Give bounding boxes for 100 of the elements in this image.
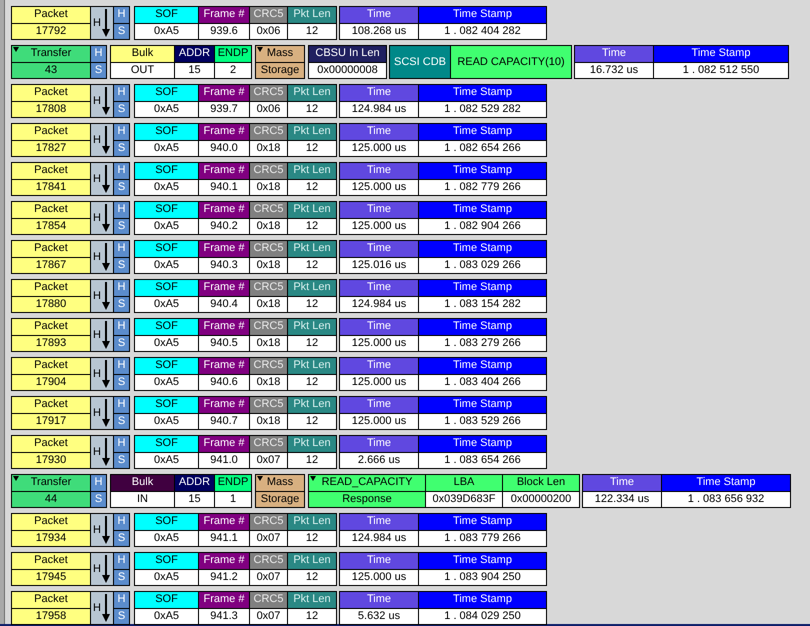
packet-number[interactable]: 17945	[12, 570, 90, 585]
packet-header: Packet	[12, 358, 90, 374]
field-value: 12	[288, 336, 336, 351]
field-header: Pkt Len	[288, 397, 336, 412]
timestamp-value: 1 . 084 029 250	[419, 608, 546, 624]
field-header: Frame #	[199, 7, 249, 22]
packet-number[interactable]: 17934	[12, 530, 90, 546]
down-arrow-icon	[102, 165, 110, 193]
packet-number[interactable]: 17867	[12, 258, 90, 273]
field-header: SOF	[135, 85, 198, 100]
packet-header: Packet	[12, 280, 90, 296]
direction-label: H	[93, 446, 101, 458]
field-header: Frame #	[199, 280, 249, 296]
field-value: 940.3	[199, 258, 249, 273]
packet-number[interactable]: 17880	[12, 296, 90, 312]
time-header: Time	[340, 514, 418, 530]
direction-label: H	[93, 563, 101, 575]
field-header: SOF	[135, 592, 198, 608]
field-value: 0x18	[250, 218, 287, 234]
speed-label: H	[114, 124, 129, 140]
packet-number[interactable]: 17917	[12, 414, 90, 429]
time-header: Time	[340, 319, 418, 334]
field-value: 12	[288, 570, 336, 585]
expand-triangle-icon[interactable]	[310, 476, 316, 481]
field-value: 12	[288, 258, 336, 273]
time-value: 124.984 us	[340, 530, 418, 546]
field-value: 0x06	[250, 24, 287, 39]
packet-number[interactable]: 17827	[12, 140, 90, 156]
direction-label: H	[93, 212, 101, 224]
packet-header: Packet	[12, 85, 90, 100]
transfer-number[interactable]: 43	[12, 62, 90, 78]
expand-triangle-icon[interactable]	[13, 47, 19, 52]
packet-number[interactable]: 17930	[12, 452, 90, 468]
expand-triangle-icon[interactable]	[257, 476, 263, 481]
field-header: CRC5	[250, 124, 287, 140]
timestamp-header: Time Stamp	[419, 280, 546, 296]
speed-label: S	[114, 140, 129, 156]
direction-label: H	[93, 95, 101, 107]
time-header: Time	[583, 475, 661, 490]
speed-label: H	[114, 592, 129, 608]
timestamp-value: 1 . 083 656 932	[662, 492, 790, 507]
field-value: 0xA5	[135, 296, 198, 312]
field-value: 12	[288, 24, 336, 39]
expand-triangle-icon[interactable]	[13, 476, 19, 481]
field-header: Pkt Len	[288, 553, 336, 568]
packet-number[interactable]: 17841	[12, 180, 90, 195]
field-header: CRC5	[250, 85, 287, 100]
time-header: Time	[340, 202, 418, 218]
field-value: 12	[288, 608, 336, 624]
field-header: Frame #	[199, 553, 249, 568]
field-value: 0x039D683F	[426, 492, 502, 507]
packet-number[interactable]: 17958	[12, 608, 90, 624]
timestamp-value: 1 . 082 779 266	[419, 180, 546, 195]
time-value: 125.000 us	[340, 414, 418, 429]
expand-triangle-icon[interactable]	[257, 47, 263, 52]
field-value: 0x18	[250, 296, 287, 312]
field-value: 939.6	[199, 24, 249, 39]
packet-number[interactable]: 17854	[12, 218, 90, 234]
speed-label: H	[114, 241, 129, 256]
field-header: Pkt Len	[288, 85, 336, 100]
packet-number[interactable]: 17792	[12, 24, 90, 39]
speed-label: S	[91, 62, 106, 78]
timestamp-value: 1 . 083 404 266	[419, 374, 546, 390]
field-header: CRC5	[250, 163, 287, 178]
transfer-number[interactable]: 44	[12, 492, 90, 507]
timestamp-header: Time Stamp	[419, 7, 546, 22]
field-header: LBA	[426, 475, 502, 490]
field-value: 941.0	[199, 452, 249, 468]
packet-number[interactable]: 17893	[12, 336, 90, 351]
packet-number[interactable]: 17808	[12, 102, 90, 117]
command-value: Response	[309, 492, 425, 507]
timestamp-value: 1 . 083 029 266	[419, 258, 546, 273]
packet-header: Packet	[12, 592, 90, 608]
field-value: 12	[288, 414, 336, 429]
command-tag: SCSI CDB	[390, 46, 450, 78]
time-header: Time	[340, 553, 418, 568]
time-header: Time	[340, 163, 418, 178]
time-header: Time	[340, 436, 418, 452]
down-arrow-icon	[102, 594, 110, 622]
field-value: 941.3	[199, 608, 249, 624]
time-header: Time	[340, 592, 418, 608]
class-label: Storage	[256, 492, 304, 507]
speed-label: H	[114, 358, 129, 374]
field-header: CRC5	[250, 514, 287, 530]
field-value: 0xA5	[135, 180, 198, 195]
speed-label: S	[114, 374, 129, 390]
field-value: 0x18	[250, 374, 287, 390]
packet-header: Packet	[12, 163, 90, 178]
field-value: 0x18	[250, 140, 287, 156]
timestamp-value: 1 . 083 154 282	[419, 296, 546, 312]
packet-header: Packet	[12, 514, 90, 530]
field-value: 0xA5	[135, 336, 198, 351]
field-header: CBSU In Len	[309, 46, 386, 62]
timestamp-header: Time Stamp	[419, 85, 546, 100]
field-value: 12	[288, 530, 336, 546]
packet-number[interactable]: 17904	[12, 374, 90, 390]
field-header: Frame #	[199, 436, 249, 452]
down-arrow-icon	[102, 204, 110, 232]
speed-label: H	[114, 280, 129, 296]
field-header: CRC5	[250, 358, 287, 374]
